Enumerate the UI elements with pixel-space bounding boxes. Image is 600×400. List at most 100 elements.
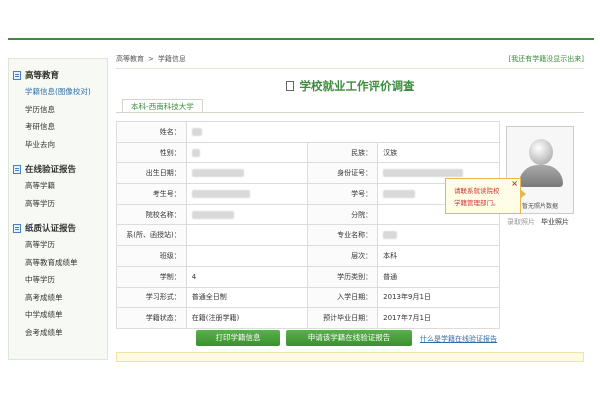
field-value-major bbox=[377, 224, 500, 247]
redacted-value bbox=[191, 127, 202, 136]
field-label: 入学日期： bbox=[307, 286, 379, 309]
sidebar-item-destination[interactable]: 毕业去向 bbox=[9, 136, 107, 154]
redacted-value bbox=[383, 189, 416, 198]
sidebar-item-huikao-scores[interactable]: 会考成绩单 bbox=[9, 324, 107, 342]
redacted-value bbox=[383, 169, 464, 178]
table-row: 班级： 层次： 本科 bbox=[116, 245, 500, 267]
table-row: 出生日期： 身份证号： bbox=[116, 162, 500, 185]
contact-school-tooltip: × 请联系就读院校 学籍管理部门。 bbox=[445, 178, 526, 214]
field-label: 民族： bbox=[307, 141, 379, 164]
redacted-value bbox=[191, 189, 250, 198]
redacted-value bbox=[191, 169, 244, 178]
document-icon bbox=[285, 81, 294, 91]
missing-status-link[interactable]: [我还有学籍没显示出来] bbox=[509, 54, 584, 64]
field-label: 专业名称： bbox=[307, 224, 379, 247]
sidebar-section-paper-report: 纸质认证报告 高等学历 高等教育成绩单 中等学历 高考成绩单 中学成绩单 会考成… bbox=[9, 220, 107, 341]
sidebar-item-student-status[interactable]: 学籍信息(图像校对) bbox=[9, 83, 107, 101]
field-label: 姓名： bbox=[116, 121, 187, 143]
sidebar-item-online-status[interactable]: 高等学籍 bbox=[9, 177, 107, 195]
apply-online-report-button[interactable]: 申请该学籍在线验证报告 bbox=[286, 330, 412, 346]
sidebar-section-title: 在线验证报告 bbox=[25, 165, 77, 175]
page-title-row: 学校就业工作评价调查 bbox=[116, 78, 584, 94]
avatar-placeholder-icon bbox=[529, 139, 553, 165]
table-row: 学习形式： 普通全日制 入学日期： 2013年9月1日 bbox=[116, 286, 500, 309]
sidebar-item-paper-transcript[interactable]: 高等教育成绩单 bbox=[9, 254, 107, 272]
sidebar-section-higher-education: 高等教育 学籍信息(图像校对) 学历信息 考研信息 毕业去向 bbox=[9, 67, 107, 153]
field-label: 院校名称： bbox=[116, 203, 187, 226]
sidebar-item-degree[interactable]: 学历信息 bbox=[9, 101, 107, 119]
field-label: 班级： bbox=[116, 245, 187, 267]
field-value-graduation-date: 2017年7月1日 bbox=[377, 307, 500, 329]
close-icon[interactable]: × bbox=[511, 178, 518, 190]
table-row: 学籍状态： 在籍(注册学籍) 预计毕业日期： 2017年7月1日 bbox=[116, 307, 500, 329]
breadcrumb: 高等教育 > 学籍信息 bbox=[116, 54, 186, 64]
avatar-body-icon bbox=[519, 165, 563, 187]
field-value-status: 在籍(注册学籍) bbox=[185, 307, 309, 329]
page-title[interactable]: 学校就业工作评价调查 bbox=[300, 79, 415, 93]
sidebar-item-online-degree[interactable]: 高等学历 bbox=[9, 195, 107, 213]
field-label: 系(所、函授站)： bbox=[116, 224, 187, 247]
tab-school[interactable]: 本科-西南科技大学 bbox=[122, 99, 203, 113]
sidebar-section-header: 在线验证报告 bbox=[9, 161, 107, 177]
sidebar-item-paper-degree[interactable]: 高等学历 bbox=[9, 236, 107, 254]
table-row: 系(所、函授站)： 专业名称： bbox=[116, 224, 500, 247]
sidebar-section-title: 高等教育 bbox=[25, 71, 60, 81]
sidebar-item-middle-school-scores[interactable]: 中学成绩单 bbox=[9, 306, 107, 324]
redacted-value bbox=[383, 231, 398, 240]
table-row: 姓名： bbox=[116, 121, 501, 143]
field-label: 层次： bbox=[307, 245, 379, 267]
field-value-birthdate bbox=[185, 162, 309, 185]
field-value-study-mode: 普通全日制 bbox=[185, 286, 309, 309]
sidebar-section-title: 纸质认证报告 bbox=[25, 224, 77, 234]
field-value-gender bbox=[185, 141, 309, 164]
field-label: 学号： bbox=[307, 183, 379, 205]
field-label: 考生号： bbox=[116, 183, 187, 205]
field-value-department bbox=[185, 224, 309, 247]
document-icon bbox=[13, 70, 21, 80]
sidebar-item-secondary-degree[interactable]: 中等学历 bbox=[9, 271, 107, 289]
redacted-value bbox=[191, 210, 234, 219]
what-is-report-link[interactable]: 什么是学籍在线验证报告 bbox=[420, 334, 497, 344]
top-green-rule bbox=[8, 38, 594, 40]
notice-bar bbox=[116, 352, 584, 362]
field-value-duration: 4 bbox=[185, 265, 309, 288]
tab-underline bbox=[116, 112, 584, 113]
divider bbox=[116, 68, 584, 69]
field-value-class bbox=[185, 245, 309, 267]
sidebar-section-header: 纸质认证报告 bbox=[9, 220, 107, 236]
sidebar-section-header: 高等教育 bbox=[9, 67, 107, 83]
tooltip-line: 学籍管理部门。 bbox=[454, 199, 500, 207]
sidebar-item-graduate-exam[interactable]: 考研信息 bbox=[9, 118, 107, 136]
field-value-enrollment-date: 2013年9月1日 bbox=[377, 286, 500, 309]
tooltip-line: 请联系就读院校 bbox=[454, 187, 500, 195]
graduation-photo-label[interactable]: 毕业照片 bbox=[541, 218, 569, 226]
table-row: 院校名称： 分院： bbox=[116, 203, 500, 226]
field-label: 学制： bbox=[116, 265, 187, 288]
document-icon bbox=[13, 223, 21, 233]
breadcrumb-root[interactable]: 高等教育 bbox=[116, 55, 144, 63]
sidebar-item-gaokao-scores[interactable]: 高考成绩单 bbox=[9, 289, 107, 307]
table-row: 学制： 4 学历类别： 普通 bbox=[116, 265, 500, 288]
field-label: 学籍状态： bbox=[116, 307, 187, 329]
field-label: 性别： bbox=[116, 141, 187, 164]
sidebar: 高等教育 学籍信息(图像校对) 学历信息 考研信息 毕业去向 在线验证报告 高等… bbox=[8, 58, 108, 360]
field-label: 预计毕业日期： bbox=[307, 307, 379, 329]
field-value-name bbox=[185, 121, 501, 143]
print-status-button[interactable]: 打印学籍信息 bbox=[196, 330, 280, 346]
photo-labels: 录取照片 毕业照片 bbox=[507, 217, 569, 227]
field-label: 出生日期： bbox=[116, 162, 187, 185]
field-label: 分院： bbox=[307, 203, 379, 226]
table-row: 考生号： 学号： bbox=[116, 183, 500, 205]
field-label: 学历类别： bbox=[307, 265, 379, 288]
field-value-school bbox=[185, 203, 309, 226]
breadcrumb-current: 学籍信息 bbox=[157, 55, 186, 63]
student-info-table: 姓名： 性别： 民族： 汉族 出生日期： 身份证号： 考生号： 学号： 院校名称… bbox=[116, 121, 501, 329]
breadcrumb-separator: > bbox=[148, 55, 154, 63]
table-row: 性别： 民族： 汉族 bbox=[116, 141, 500, 164]
admission-photo-label[interactable]: 录取照片 bbox=[507, 218, 535, 226]
document-icon bbox=[13, 164, 21, 174]
main-panel: 高等教育 > 学籍信息 [我还有学籍没显示出来] 学校就业工作评价调查 本科-西南科… bbox=[116, 50, 584, 362]
sidebar-section-online-report: 在线验证报告 高等学籍 高等学历 bbox=[9, 161, 107, 212]
field-value-ethnicity: 汉族 bbox=[377, 141, 500, 164]
field-label: 身份证号： bbox=[307, 162, 379, 185]
